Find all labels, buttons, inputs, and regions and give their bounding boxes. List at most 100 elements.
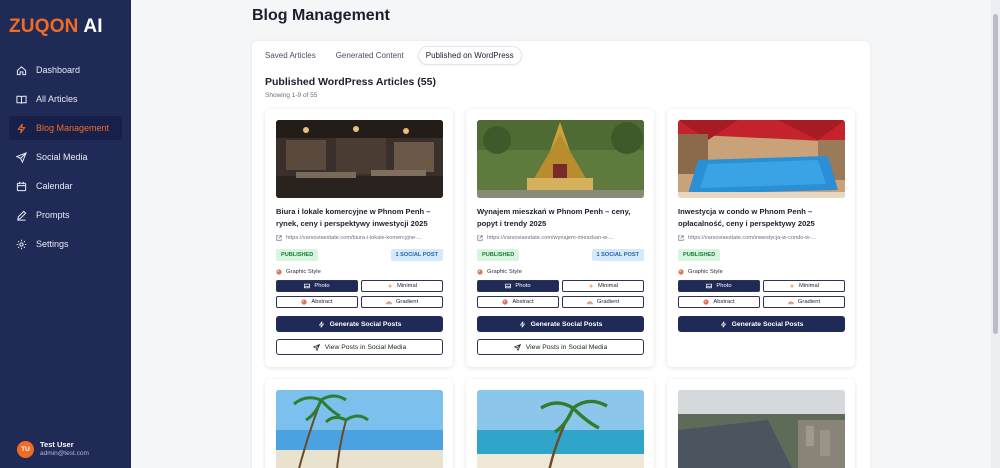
scrollbar-thumb[interactable]: [993, 14, 998, 334]
sidebar-item-label: Prompts: [36, 210, 70, 220]
article-image: [678, 390, 845, 468]
style-abstract-button[interactable]: Abstract: [276, 296, 358, 308]
graphic-style-label: Graphic Style: [276, 269, 321, 275]
tab-generated-content[interactable]: Generated Content: [330, 46, 410, 65]
section-title: Published WordPress Articles (55): [265, 76, 436, 88]
article-title[interactable]: Wynajem mieszkań w Phnom Penh – ceny, po…: [477, 206, 647, 230]
sidebar-item-settings[interactable]: Settings: [9, 232, 122, 256]
sidebar-item-all-articles[interactable]: All Articles: [9, 87, 122, 111]
content-panel: Saved Articles Generated Content Publish…: [252, 41, 870, 468]
sparkle-icon: [387, 283, 393, 289]
tab-published-wordpress[interactable]: Published on WordPress: [417, 46, 522, 65]
style-minimal-button[interactable]: Minimal: [562, 280, 644, 292]
tab-saved-articles[interactable]: Saved Articles: [259, 46, 322, 65]
article-title[interactable]: Inwestycja w condo w Phnom Penh – opłaca…: [678, 206, 848, 230]
office-photo: [276, 120, 443, 198]
app-logo[interactable]: ZUQON AI: [9, 16, 103, 38]
abstract-icon: [703, 299, 709, 305]
article-url[interactable]: https://varsoviaestate.com/wynajem-miesz…: [477, 235, 644, 241]
style-gradient-button[interactable]: Gradient: [562, 296, 644, 308]
style-abstract-button[interactable]: Abstract: [678, 296, 760, 308]
pool-photo: [678, 120, 845, 198]
sidebar-item-dashboard[interactable]: Dashboard: [9, 58, 122, 82]
style-abstract-button[interactable]: Abstract: [477, 296, 559, 308]
abstract-icon: [301, 299, 307, 305]
status-badge: PUBLISHED: [477, 249, 520, 261]
rainbow-icon: [386, 301, 392, 305]
style-photo-button[interactable]: Photo: [276, 280, 358, 292]
style-gradient-button[interactable]: Gradient: [361, 296, 443, 308]
page-scrollbar[interactable]: [991, 0, 1000, 468]
article-card: [466, 379, 654, 468]
home-icon: [16, 65, 27, 75]
user-profile[interactable]: TU Test User admin@test.com: [17, 440, 89, 458]
logo-suffix: AI: [83, 16, 103, 37]
lightning-icon: [720, 320, 726, 328]
sparkle-icon: [588, 283, 594, 289]
lightning-icon: [318, 320, 324, 328]
status-badge: PUBLISHED: [276, 249, 319, 261]
photo-icon: [706, 283, 713, 289]
abstract-icon: [502, 299, 508, 305]
article-url[interactable]: https://varsoviaestate.com/biura-i-lokal…: [276, 235, 443, 241]
style-minimal-button[interactable]: Minimal: [361, 280, 443, 292]
graphic-style-options: Photo Minimal Abstract Gradient: [678, 280, 845, 308]
link-icon: [276, 235, 282, 241]
sidebar-item-blog-management[interactable]: Blog Management: [9, 116, 122, 140]
page-title: Blog Management: [252, 7, 390, 24]
style-photo-button[interactable]: Photo: [477, 280, 559, 292]
sidebar-item-label: Calendar: [36, 181, 73, 191]
article-image: [477, 390, 644, 468]
style-minimal-button[interactable]: Minimal: [763, 280, 845, 292]
pencil-icon: [17, 210, 27, 221]
view-posts-button[interactable]: View Posts in Social Media: [477, 339, 644, 355]
send-icon: [312, 343, 320, 351]
article-card: [265, 379, 453, 468]
rainbow-icon: [587, 301, 593, 305]
lightning-icon: [17, 123, 26, 133]
article-image: [477, 120, 644, 198]
social-post-badge: 1 SOCIAL POST: [591, 249, 644, 261]
article-url-text: https://varsoviaestate.com/inwestycja-w-…: [688, 235, 816, 241]
lightning-icon: [519, 320, 525, 328]
generate-social-posts-button[interactable]: Generate Social Posts: [678, 316, 845, 332]
palette-icon: [276, 269, 282, 275]
user-name: Test User: [40, 440, 74, 449]
social-post-badge: 1 SOCIAL POST: [390, 249, 443, 261]
user-email: admin@test.com: [40, 450, 89, 457]
status-badge: PUBLISHED: [678, 249, 721, 261]
sidebar-item-prompts[interactable]: Prompts: [9, 203, 122, 227]
article-card: Wynajem mieszkań w Phnom Penh – ceny, po…: [466, 109, 654, 367]
graphic-style-label: Graphic Style: [477, 269, 522, 275]
view-posts-button[interactable]: View Posts in Social Media: [276, 339, 443, 355]
style-gradient-button[interactable]: Gradient: [763, 296, 845, 308]
river-city-photo: [678, 390, 845, 468]
send-icon: [16, 151, 27, 163]
link-icon: [678, 235, 684, 241]
sidebar-item-calendar[interactable]: Calendar: [9, 174, 122, 198]
rainbow-icon: [788, 301, 794, 305]
sidebar-item-social-media[interactable]: Social Media: [9, 145, 122, 169]
link-icon: [477, 235, 483, 241]
generate-social-posts-button[interactable]: Generate Social Posts: [477, 316, 644, 332]
graphic-style-options: Photo Minimal Abstract Gradient: [477, 280, 644, 308]
tropical-beach-photo: [477, 390, 644, 468]
article-image: [276, 390, 443, 468]
article-url[interactable]: https://varsoviaestate.com/inwestycja-w-…: [678, 235, 845, 241]
photo-icon: [505, 283, 512, 289]
sidebar-item-label: Blog Management: [36, 123, 110, 133]
article-title[interactable]: Biura i lokale komercyjne w Phnom Penh –…: [276, 206, 446, 230]
sidebar-item-label: Settings: [36, 239, 69, 249]
generate-social-posts-button[interactable]: Generate Social Posts: [276, 316, 443, 332]
article-card: [667, 379, 855, 468]
article-url-text: https://varsoviaestate.com/biura-i-lokal…: [286, 235, 422, 241]
avatar: TU: [17, 440, 34, 458]
article-image: [276, 120, 443, 198]
graphic-style-options: Photo Minimal Abstract Gradient: [276, 280, 443, 308]
style-photo-button[interactable]: Photo: [678, 280, 760, 292]
sidebar-item-label: Dashboard: [36, 65, 81, 75]
sparkle-icon: [789, 283, 795, 289]
palette-icon: [678, 269, 684, 275]
send-icon: [513, 343, 521, 351]
logo-brand: ZUQON: [9, 16, 79, 37]
